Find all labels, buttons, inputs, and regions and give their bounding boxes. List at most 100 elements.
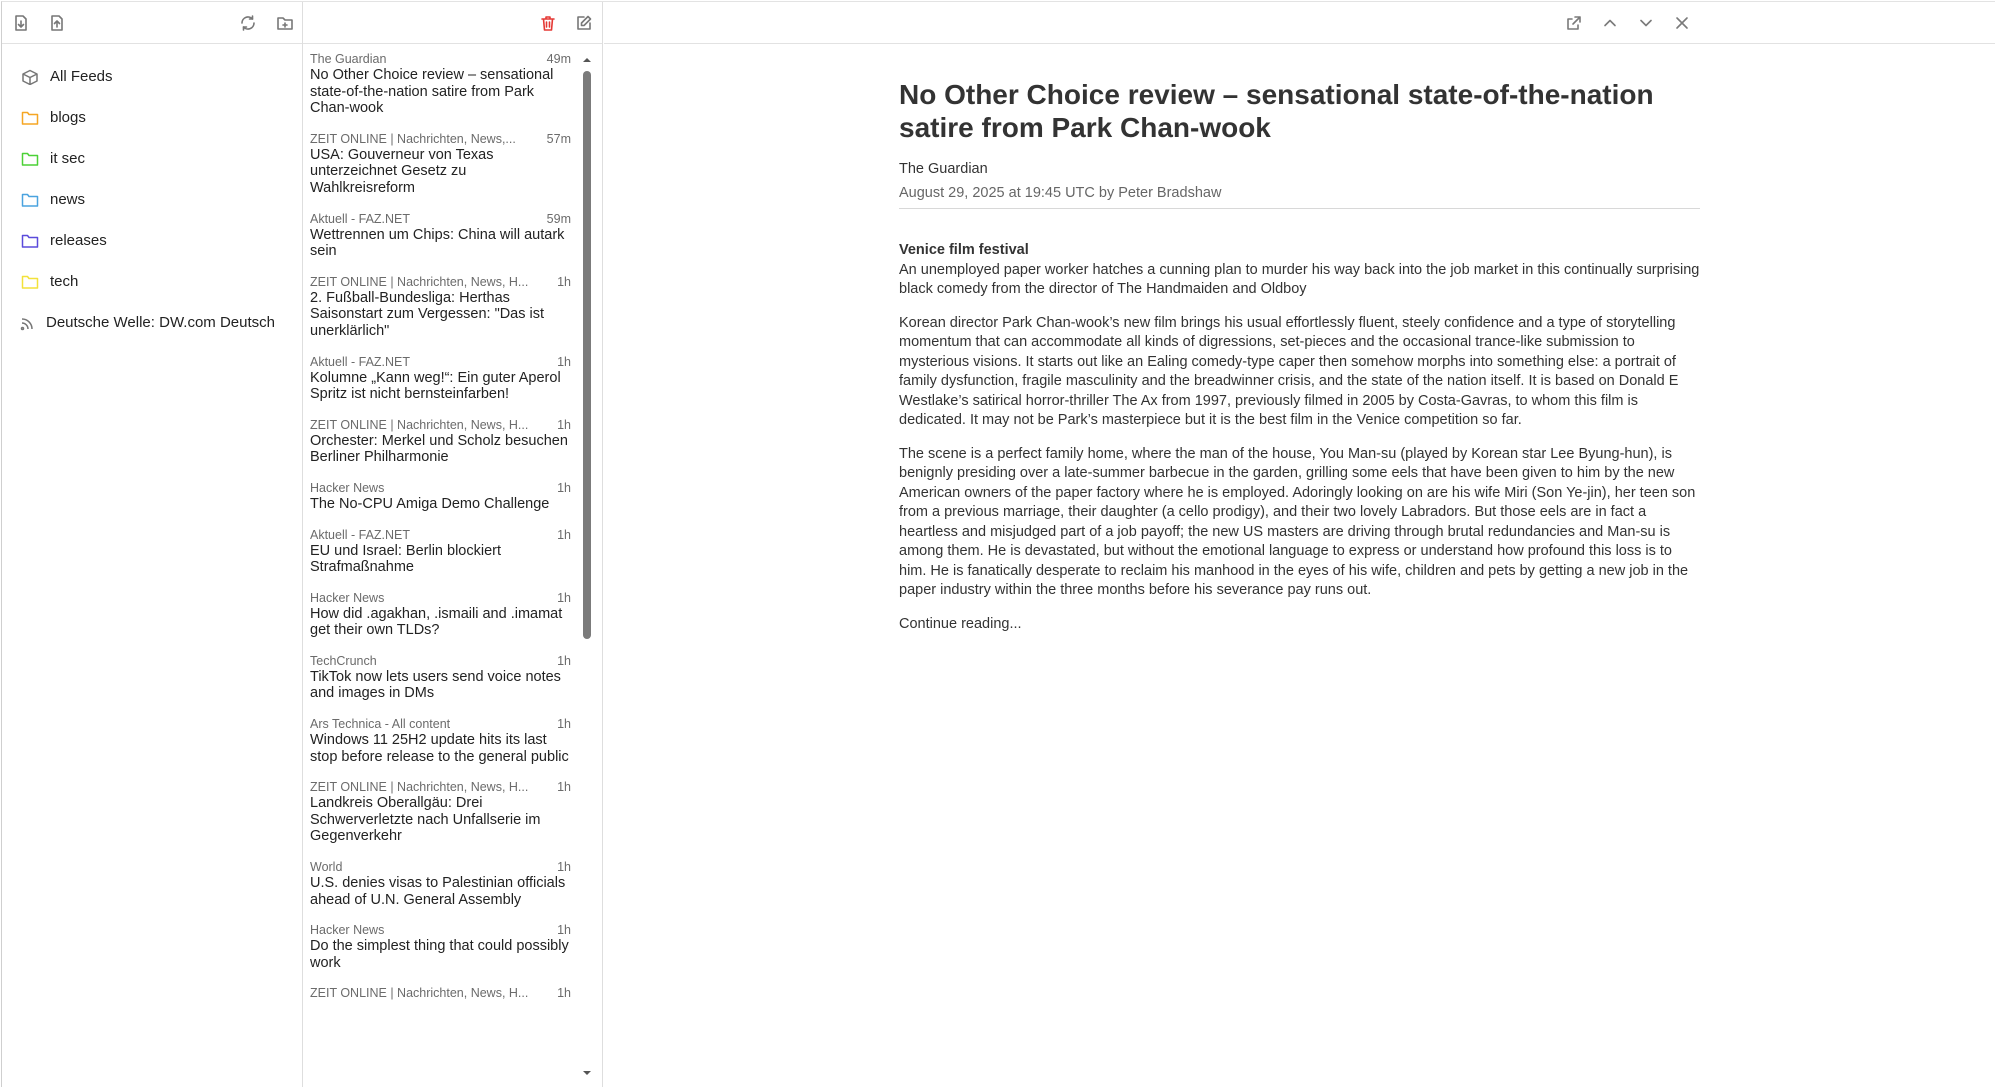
edit-icon[interactable] bbox=[573, 12, 595, 34]
sidebar-feed-label: news bbox=[50, 191, 86, 208]
sidebar-feed-item[interactable]: All Feeds bbox=[2, 56, 302, 97]
sidebar-feed-label: blogs bbox=[50, 109, 86, 126]
scroll-down-icon[interactable] bbox=[582, 1068, 592, 1078]
article-source-label: Ars Technica - All content bbox=[310, 717, 451, 732]
article-list-scrollbar[interactable] bbox=[580, 45, 594, 1088]
article-age: 1h bbox=[557, 354, 571, 369]
continue-reading-link[interactable]: Continue reading... bbox=[899, 616, 1022, 632]
sidebar: All Feeds blogs it sec news releases tech Deut… bbox=[2, 2, 303, 1087]
article-list-item[interactable]: Hacker News 1h How did .agakhan, .ismaili … bbox=[303, 584, 579, 647]
article-list-item[interactable]: Hacker News 1h Do the simplest thing that … bbox=[303, 916, 579, 979]
refresh-icon[interactable] bbox=[237, 12, 259, 34]
article-source: The Guardian bbox=[899, 161, 988, 177]
previous-article-icon[interactable] bbox=[1599, 12, 1621, 34]
article-title-label: Landkreis Oberallgäu: Drei Schwerverletz… bbox=[310, 795, 541, 845]
article-title-label: Windows 11 25H2 update hits its last sto… bbox=[310, 732, 569, 765]
folder-icon bbox=[20, 149, 40, 169]
article-list-item[interactable]: World 1h U.S. denies visas to Palestinian … bbox=[303, 853, 579, 916]
cube-icon bbox=[20, 67, 40, 87]
sidebar-feed-label: Deutsche Welle: DW.com Deutsch bbox=[46, 314, 275, 331]
article-lead: Venice film festival An unemployed paper… bbox=[899, 241, 1700, 300]
article-title-label: Kolumne „Kann weg!“: Ein guter Aperol Sp… bbox=[310, 369, 561, 403]
article-source-label: Aktuell - FAZ.NET bbox=[310, 354, 411, 369]
article-list-item[interactable]: ZEIT ONLINE | Nachrichten, News,... 57m US… bbox=[303, 125, 579, 205]
sidebar-feed-item[interactable]: releases bbox=[2, 220, 302, 261]
sidebar-feed-label: it sec bbox=[50, 150, 86, 167]
sidebar-feed-item[interactable]: news bbox=[2, 179, 302, 220]
article-meta: Ars Technica - All content 1h bbox=[310, 717, 571, 731]
sidebar-feed-item[interactable]: Deutsche Welle: DW.com Deutsch bbox=[2, 302, 302, 343]
article-meta: Aktuell - FAZ.NET 1h bbox=[310, 528, 571, 542]
next-article-icon[interactable] bbox=[1635, 12, 1657, 34]
rss-icon bbox=[18, 313, 38, 333]
article-title-label: EU und Israel: Berlin blockiert Strafmaß… bbox=[310, 542, 501, 576]
sidebar-feed-item[interactable]: tech bbox=[2, 261, 302, 302]
folder-icon bbox=[20, 231, 40, 251]
import-icon[interactable] bbox=[10, 12, 32, 34]
article-age: 57m bbox=[546, 131, 571, 146]
article-body: Venice film festival An unemployed paper… bbox=[899, 241, 1700, 634]
reader-toolbar bbox=[604, 2, 1995, 44]
article-title: No Other Choice review – sensational sta… bbox=[899, 79, 1654, 143]
article-meta: ZEIT ONLINE | Nachrichten, News, H... 1h bbox=[310, 986, 571, 1000]
article-title-label: USA: Gouverneur von Texas unterzeichnet … bbox=[310, 146, 494, 196]
article-paragraph: Korean director Park Chan-wook’s new fil… bbox=[899, 314, 1679, 429]
article-list-item[interactable]: Hacker News 1h The No-CPU Amiga Demo Chall… bbox=[303, 474, 579, 521]
delete-icon[interactable] bbox=[537, 12, 559, 34]
open-external-icon[interactable] bbox=[1563, 12, 1585, 34]
scrollbar-thumb[interactable] bbox=[583, 71, 591, 639]
add-folder-icon[interactable] bbox=[274, 12, 296, 34]
article-list-item[interactable]: Aktuell - FAZ.NET 59m Wettrennen um Chips:… bbox=[303, 205, 579, 268]
article-list-pane: The Guardian 49m No Other Choice review – … bbox=[303, 2, 603, 1087]
article-title-label: Wettrennen um Chips: China will autark s… bbox=[310, 226, 565, 260]
article-paragraph: The scene is a perfect family home, wher… bbox=[899, 445, 1696, 599]
article-list-item[interactable]: Ars Technica - All content 1h Windows 11 2… bbox=[303, 710, 579, 773]
article-list-item[interactable]: TechCrunch 1h TikTok now lets users send v… bbox=[303, 647, 579, 710]
article-source-label: Hacker News bbox=[310, 590, 385, 605]
article-source-label: ZEIT ONLINE | Nachrichten, News, H... bbox=[310, 986, 529, 1001]
article-list-item[interactable]: ZEIT ONLINE | Nachrichten, News, H... 1h 2… bbox=[303, 268, 579, 348]
scroll-up-icon[interactable] bbox=[582, 55, 592, 65]
sidebar-feed-item[interactable]: blogs bbox=[2, 97, 302, 138]
export-icon[interactable] bbox=[46, 12, 68, 34]
article-meta: ZEIT ONLINE | Nachrichten, News,... 57m bbox=[310, 132, 571, 146]
article-list-item[interactable]: ZEIT ONLINE | Nachrichten, News, H... 1h L… bbox=[303, 773, 579, 853]
sidebar-feed-item[interactable]: it sec bbox=[2, 138, 302, 179]
article-age: 1h bbox=[557, 480, 571, 495]
article-title-label: TikTok now lets users send voice notes a… bbox=[310, 668, 561, 702]
article-source-label: ZEIT ONLINE | Nachrichten, News, H... bbox=[310, 274, 529, 289]
article-list-item[interactable]: Aktuell - FAZ.NET 1h Kolumne „Kann weg!“: … bbox=[303, 348, 579, 411]
article-list-toolbar bbox=[303, 2, 602, 44]
article-age: 1h bbox=[557, 780, 571, 795]
article-title-label: 2. Fußball-Bundesliga: Herthas Saisonsta… bbox=[310, 289, 545, 339]
article-age: 49m bbox=[546, 52, 571, 66]
article-standfirst: An unemployed paper worker hatches a cun… bbox=[899, 261, 1700, 298]
article-source-label: Hacker News bbox=[310, 480, 385, 495]
article-source-label: World bbox=[310, 860, 343, 875]
article-kicker: Venice film festival bbox=[899, 242, 1029, 258]
close-icon[interactable] bbox=[1671, 12, 1693, 34]
article-list-item[interactable]: ZEIT ONLINE | Nachrichten, News, H... 1h O… bbox=[303, 411, 579, 474]
article-title-label: How did .agakhan, .ismaili and .imamat g… bbox=[310, 605, 563, 639]
article-list-item[interactable]: Aktuell - FAZ.NET 1h EU und Israel: Berlin… bbox=[303, 521, 579, 584]
article-list-item[interactable]: The Guardian 49m No Other Choice review – … bbox=[303, 45, 579, 125]
article-meta: TechCrunch 1h bbox=[310, 654, 571, 668]
sidebar-feed-label: releases bbox=[50, 232, 107, 249]
article-source-label: Aktuell - FAZ.NET bbox=[310, 527, 411, 542]
article-age: 1h bbox=[557, 653, 571, 668]
article-source-label: The Guardian bbox=[310, 52, 387, 66]
article-source-label: ZEIT ONLINE | Nachrichten, News, H... bbox=[310, 417, 529, 432]
article-age: 1h bbox=[557, 860, 571, 875]
folder-icon bbox=[20, 108, 40, 128]
article-age: 1h bbox=[557, 417, 571, 432]
article-content: No Other Choice review – sensational sta… bbox=[899, 78, 1700, 648]
article-list-item[interactable]: ZEIT ONLINE | Nachrichten, News, H... 1h bbox=[303, 979, 579, 1009]
article-source-label: Hacker News bbox=[310, 923, 385, 938]
article-age: 1h bbox=[557, 923, 571, 938]
article-source-label: ZEIT ONLINE | Nachrichten, News,... bbox=[310, 131, 516, 146]
article-age: 1h bbox=[557, 986, 571, 1001]
article-source-label: Aktuell - FAZ.NET bbox=[310, 211, 411, 226]
feed-list: All Feeds blogs it sec news releases tech Deut… bbox=[2, 44, 302, 343]
article-meta: ZEIT ONLINE | Nachrichten, News, H... 1h bbox=[310, 275, 571, 289]
sidebar-feed-label: All Feeds bbox=[50, 68, 113, 85]
